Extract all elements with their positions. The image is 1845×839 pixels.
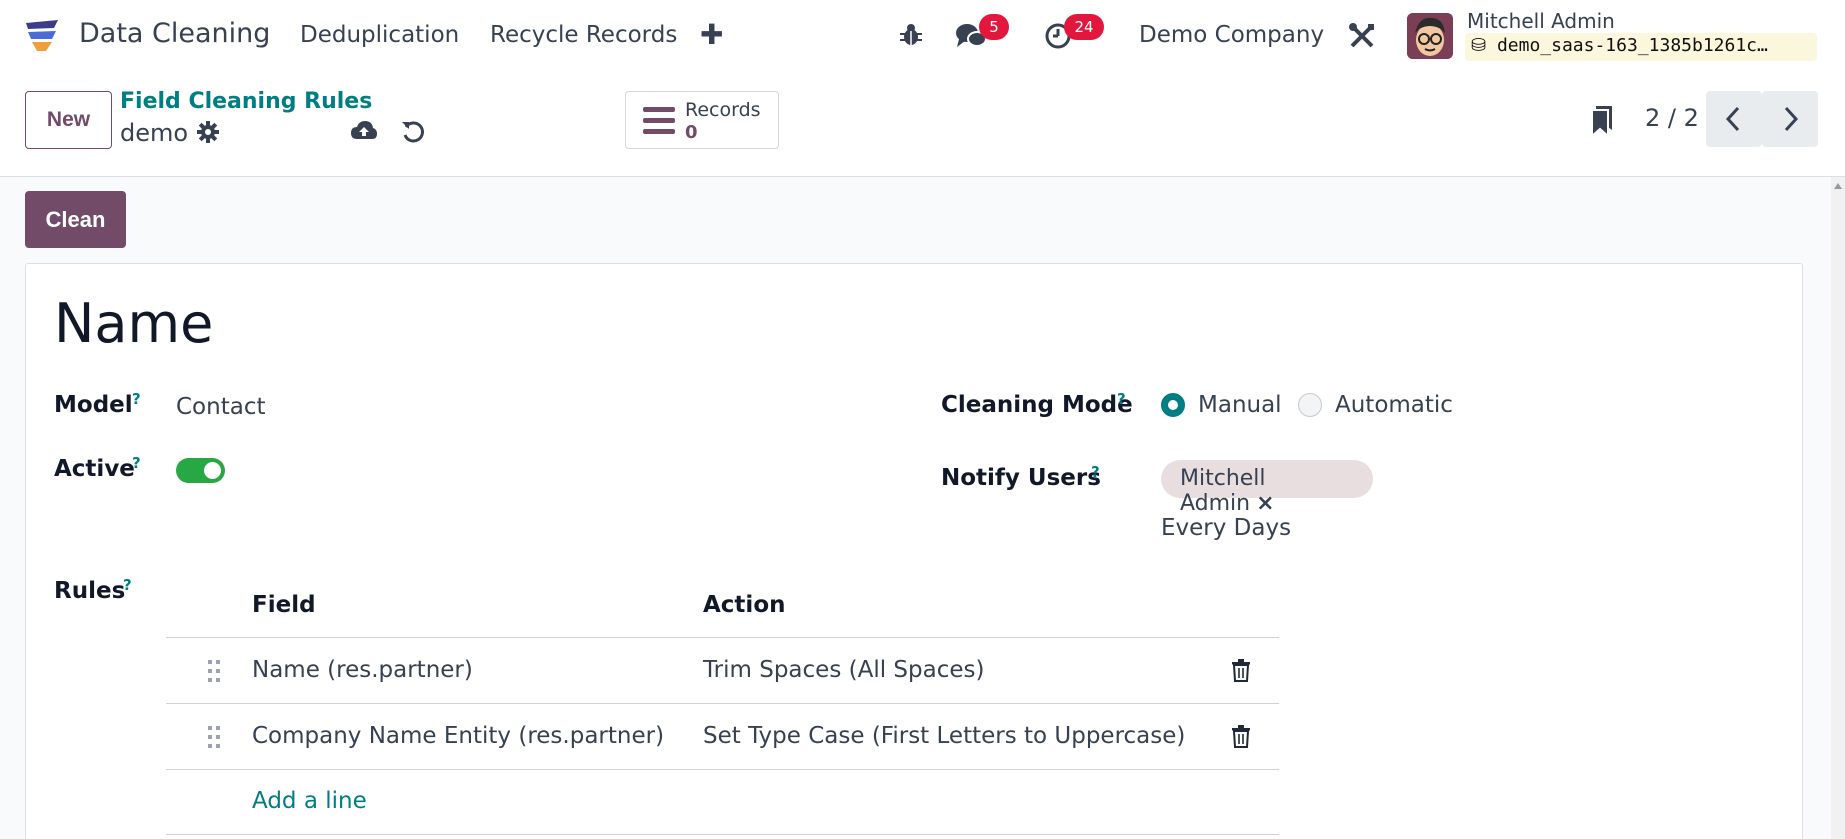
pager-previous-button[interactable] — [1706, 91, 1762, 147]
chevron-right-icon — [1784, 106, 1799, 132]
menu-recycle-records[interactable]: Recycle Records — [490, 22, 677, 48]
frequency-value[interactable]: Every Days — [1161, 515, 1291, 541]
record-name: demo — [120, 119, 189, 147]
cloud-upload-icon[interactable] — [350, 119, 378, 143]
table-divider — [166, 834, 1279, 835]
notify-users-label: Notify Users — [941, 465, 1101, 491]
records-label: Records — [685, 99, 761, 121]
breadcrumb[interactable]: Field Cleaning Rules — [120, 89, 372, 114]
cleaning-mode-help-icon[interactable]: ? — [1117, 390, 1126, 408]
tools-icon[interactable] — [1348, 22, 1376, 50]
drag-handle-icon[interactable] — [206, 724, 222, 750]
bookmark-icon[interactable] — [1590, 106, 1614, 136]
gear-icon[interactable] — [196, 120, 220, 144]
database-name: ⛁ demo_saas-163_1385b1261c… — [1465, 33, 1817, 61]
new-button[interactable]: New — [25, 91, 112, 149]
close-icon[interactable]: × — [1256, 491, 1274, 516]
app-name[interactable]: Data Cleaning — [79, 18, 270, 49]
rule-action[interactable]: Set Type Case (First Letters to Uppercas… — [703, 723, 1185, 749]
column-field[interactable]: Field — [252, 592, 316, 618]
records-count: 0 — [685, 122, 698, 143]
mode-manual-radio[interactable] — [1161, 393, 1185, 417]
add-line-link[interactable]: Add a line — [252, 788, 367, 814]
avatar[interactable] — [1407, 13, 1453, 59]
plus-icon[interactable]: ✚ — [700, 18, 723, 51]
company-switcher[interactable]: Demo Company — [1139, 22, 1324, 48]
model-help-icon[interactable]: ? — [132, 390, 141, 408]
cleaning-mode-label: Cleaning Mode — [941, 392, 1133, 418]
top-navbar: Data Cleaning Deduplication Recycle Reco… — [0, 0, 1845, 74]
mode-manual-label[interactable]: Manual — [1198, 392, 1282, 418]
database-icon: ⛁ — [1471, 35, 1487, 56]
model-value[interactable]: Contact — [176, 394, 265, 420]
column-action[interactable]: Action — [703, 592, 786, 618]
active-help-icon[interactable]: ? — [132, 454, 141, 472]
app-logo-icon[interactable] — [24, 20, 60, 54]
rule-action[interactable]: Trim Spaces (All Spaces) — [703, 657, 984, 683]
pager-value[interactable]: 2 / 2 — [1645, 104, 1699, 132]
rules-help-icon[interactable]: ? — [123, 576, 132, 594]
rules-table-header: Field Action — [166, 580, 1279, 638]
notify-user-tag[interactable]: Mitchell Admin × — [1161, 460, 1373, 516]
mode-automatic-label[interactable]: Automatic — [1335, 392, 1453, 418]
clean-button[interactable]: Clean — [25, 191, 126, 248]
trash-icon[interactable] — [1231, 658, 1251, 682]
notify-user-tag-label: Mitchell Admin — [1180, 466, 1266, 516]
bug-icon[interactable] — [898, 22, 924, 48]
model-label: Model — [54, 392, 133, 418]
messages-badge: 5 — [979, 14, 1009, 40]
records-smart-button[interactable]: Records 0 — [625, 91, 779, 149]
chevron-left-icon — [1725, 106, 1740, 132]
scrollbar[interactable] — [1831, 177, 1845, 839]
rules-label: Rules — [54, 578, 126, 604]
rule-field[interactable]: Company Name Entity (res.partner) — [252, 723, 664, 749]
active-label: Active — [54, 456, 135, 482]
pager-next-button[interactable] — [1762, 91, 1818, 147]
notify-users-help-icon[interactable]: ? — [1091, 463, 1100, 481]
discard-icon[interactable] — [400, 119, 426, 145]
mode-automatic-radio[interactable] — [1298, 393, 1322, 417]
record-title[interactable]: Name — [54, 292, 213, 355]
trash-icon[interactable] — [1231, 724, 1251, 748]
database-label: demo_saas-163_1385b1261c… — [1496, 35, 1768, 56]
user-name[interactable]: Mitchell Admin — [1467, 9, 1615, 33]
toggle-knob — [204, 462, 221, 479]
scroll-up-icon[interactable] — [1834, 183, 1842, 189]
rule-field[interactable]: Name (res.partner) — [252, 657, 473, 683]
control-panel: New Field Cleaning Rules demo Records 0 … — [0, 74, 1845, 177]
drag-handle-icon[interactable] — [206, 658, 222, 684]
table-row[interactable]: Company Name Entity (res.partner) Set Ty… — [166, 704, 1279, 770]
menu-deduplication[interactable]: Deduplication — [300, 22, 459, 48]
active-toggle[interactable] — [176, 458, 225, 483]
table-row[interactable]: Name (res.partner) Trim Spaces (All Spac… — [166, 638, 1279, 704]
activities-badge: 24 — [1064, 14, 1104, 40]
list-icon — [643, 107, 675, 134]
